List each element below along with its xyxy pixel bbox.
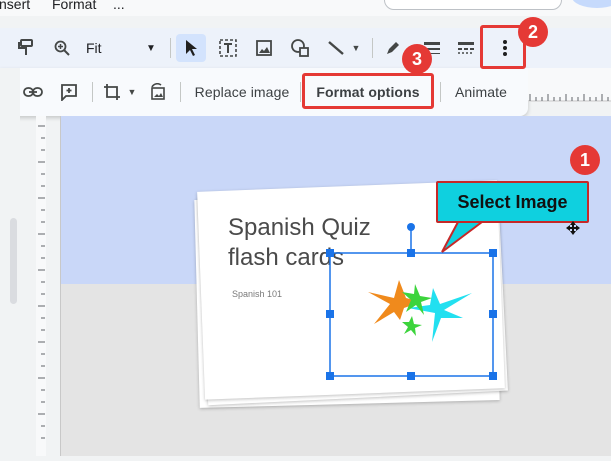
step-3-badge: 3 (402, 44, 432, 74)
toolbar-divider (92, 82, 93, 102)
highlight-format-options (302, 73, 434, 109)
border-dash-icon[interactable] (454, 34, 478, 62)
step-1-badge: 1 (570, 145, 600, 175)
horizontal-ruler (528, 68, 611, 102)
step-2-badge: 2 (518, 17, 548, 47)
select-cursor-icon[interactable] (176, 34, 206, 62)
filmstrip-panel (0, 68, 20, 456)
share-button[interactable] (384, 0, 562, 10)
insert-image-icon[interactable] (252, 34, 276, 62)
paint-format-icon[interactable] (14, 34, 38, 62)
line-dropdown-icon[interactable]: ▼ (350, 34, 362, 62)
shape-icon[interactable] (288, 34, 312, 62)
crop-dropdown-icon[interactable]: ▼ (126, 78, 138, 106)
replace-image-button[interactable]: Replace image (186, 78, 298, 106)
scrollbar[interactable] (10, 218, 17, 304)
comment-add-icon[interactable] (56, 78, 82, 106)
move-cursor-icon (566, 221, 580, 235)
toolbar-divider (300, 82, 301, 102)
crop-icon[interactable] (100, 78, 124, 106)
text-box-icon[interactable] (214, 34, 242, 62)
link-icon[interactable] (20, 78, 46, 106)
reset-image-icon[interactable] (146, 78, 170, 106)
select-image-callout: Select Image (436, 181, 589, 223)
zoom-select[interactable]: Fit ▼ (80, 34, 160, 62)
avatar[interactable] (572, 0, 611, 8)
toolbar-divider (170, 38, 171, 58)
menu-insert[interactable]: nsert (0, 0, 30, 12)
toolbar-divider (372, 38, 373, 58)
menu-format[interactable]: Format (52, 0, 96, 12)
callout-pointer (441, 221, 483, 253)
toolbar-divider (440, 82, 441, 102)
menu-more[interactable]: ... (113, 0, 125, 12)
zoom-icon[interactable] (52, 34, 72, 62)
chevron-down-icon: ▼ (146, 42, 156, 54)
vertical-ruler (36, 116, 46, 456)
line-icon[interactable] (324, 34, 348, 62)
menu-bar: nsert Format ... (0, 0, 611, 16)
pen-icon[interactable] (382, 34, 404, 62)
toolbar-divider (180, 82, 181, 102)
zoom-label: Fit (86, 40, 102, 56)
slide-subtitle[interactable]: Spanish 101 (232, 289, 282, 299)
animate-button[interactable]: Animate (446, 78, 516, 106)
image-options-toolbar: ▼ Replace image Format options Animate (0, 68, 528, 116)
resize-handles[interactable] (326, 249, 497, 380)
